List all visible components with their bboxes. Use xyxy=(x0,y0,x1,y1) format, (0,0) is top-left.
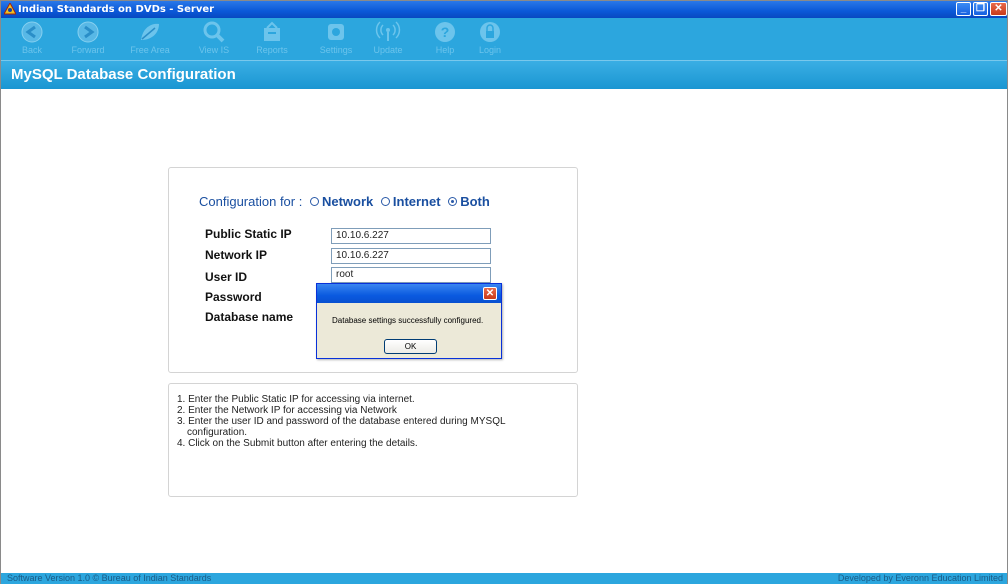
software-version-text: Software Version 1.0 © Bureau of Indian … xyxy=(7,573,212,583)
forward-arrow-icon xyxy=(77,21,99,43)
instruction-item: 2. Enter the Network IP for accessing vi… xyxy=(177,405,397,416)
svg-text:?: ? xyxy=(441,24,450,40)
public-static-ip-label: Public Static IP xyxy=(205,227,292,241)
instruction-item: 1. Enter the Public Static IP for access… xyxy=(177,394,415,405)
window-title: Indian Standards on DVDs - Server xyxy=(18,4,215,15)
radio-network[interactable] xyxy=(309,197,319,206)
reports-icon xyxy=(264,21,280,41)
instructions-panel: 1. Enter the Public Static IP for access… xyxy=(168,383,578,497)
dialog-ok-button[interactable]: OK xyxy=(384,339,437,354)
title-bar: Indian Standards on DVDs - Server _ ❐ ✕ xyxy=(1,1,1007,18)
magnifier-icon xyxy=(203,21,225,43)
configuration-for-row: Configuration for : Network Internet Bot… xyxy=(199,194,490,209)
back-arrow-icon xyxy=(21,21,43,43)
radio-internet-label[interactable]: Internet xyxy=(393,194,441,209)
status-bar: Software Version 1.0 © Bureau of Indian … xyxy=(1,573,1007,584)
toolbar-label: Forward xyxy=(71,45,105,55)
page-title: MySQL Database Configuration xyxy=(11,66,236,83)
password-label: Password xyxy=(205,290,262,304)
message-dialog: ✕ Database settings successfully configu… xyxy=(316,283,502,359)
network-ip-input[interactable]: 10.10.6.227 xyxy=(331,248,491,264)
dialog-title-bar[interactable]: ✕ xyxy=(317,284,501,303)
toolbar-label: Login xyxy=(478,45,502,55)
toolbar-label: Settings xyxy=(319,45,353,55)
app-window: Indian Standards on DVDs - Server _ ❐ ✕ … xyxy=(0,0,1008,584)
help-icon: ? xyxy=(435,22,455,42)
lock-icon xyxy=(480,22,500,42)
toolbar-label: Back xyxy=(21,45,42,55)
toolbar-settings-button[interactable]: Settings xyxy=(307,20,365,60)
radio-both-label[interactable]: Both xyxy=(460,194,490,209)
dialog-close-button[interactable]: ✕ xyxy=(483,287,497,300)
toolbar-free-area-button[interactable]: Free Area xyxy=(121,20,179,60)
radio-internet[interactable] xyxy=(380,197,390,206)
toolbar: Back Forward Free Area View IS Reports S… xyxy=(1,18,1007,60)
radio-both[interactable] xyxy=(448,197,458,206)
app-logo-icon xyxy=(4,3,16,15)
settings-icon xyxy=(328,24,344,40)
toolbar-label: Free Area xyxy=(130,45,170,55)
toolbar-reports-button[interactable]: Reports xyxy=(243,20,301,60)
leaf-icon xyxy=(141,23,159,40)
network-ip-label: Network IP xyxy=(205,248,268,262)
toolbar-back-button[interactable]: Back xyxy=(3,20,61,60)
radio-network-label[interactable]: Network xyxy=(322,194,373,209)
toolbar-forward-button[interactable]: Forward xyxy=(59,20,117,60)
developer-credit-text: Developed by Everonn Education Limited xyxy=(837,573,1003,583)
toolbar-label: View IS xyxy=(198,45,230,55)
close-window-button[interactable]: ✕ xyxy=(990,2,1007,16)
wireless-update-icon xyxy=(375,21,401,41)
maximize-button[interactable]: ❐ xyxy=(973,2,988,16)
instruction-item: 3. Enter the user ID and password of the… xyxy=(177,416,506,438)
configuration-for-label: Configuration for : xyxy=(199,194,303,209)
instructions-list: 1. Enter the Public Static IP for access… xyxy=(177,394,557,449)
user-id-input[interactable]: root xyxy=(331,267,491,283)
minimize-button[interactable]: _ xyxy=(956,2,971,16)
user-id-label: User ID xyxy=(205,270,248,284)
page-header: MySQL Database Configuration xyxy=(1,60,1007,89)
toolbar-view-is-button[interactable]: View IS xyxy=(185,20,243,60)
dialog-message: Database settings successfully configure… xyxy=(332,316,484,325)
public-static-ip-input[interactable]: 10.10.6.227 xyxy=(331,228,491,244)
database-name-label: Database name xyxy=(205,310,294,324)
toolbar-update-button[interactable]: Update xyxy=(359,20,417,60)
instruction-item: 4. Click on the Submit button after ente… xyxy=(177,438,418,449)
toolbar-label: Reports xyxy=(256,45,288,55)
toolbar-login-button[interactable]: Login xyxy=(461,20,519,60)
toolbar-label: Update xyxy=(373,45,403,55)
